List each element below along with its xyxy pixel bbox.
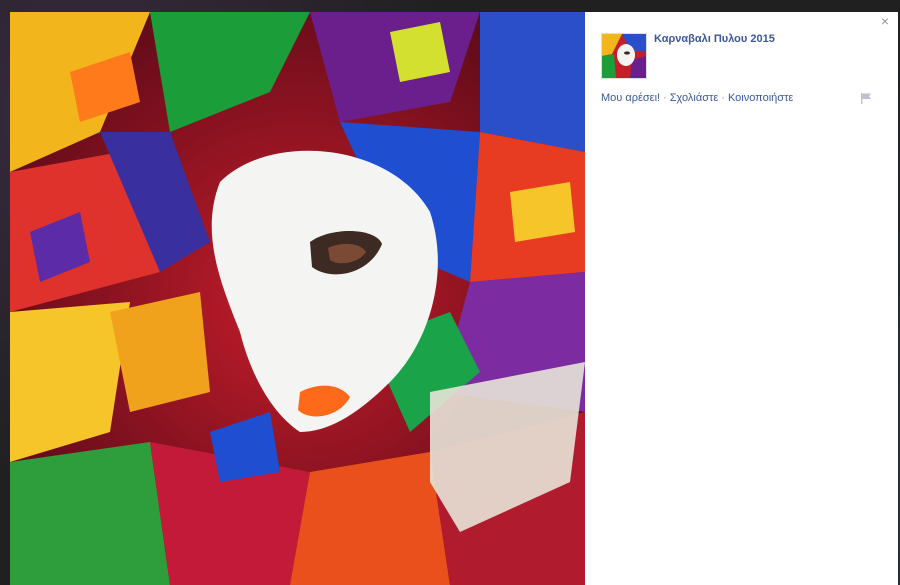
share-link[interactable]: Κοινοποιήστε	[728, 92, 793, 104]
separator: ·	[721, 92, 725, 104]
comment-link[interactable]: Σχολιάστε	[670, 92, 719, 104]
action-links: Μου αρέσει! · Σχολιάστε · Κοινοποιήστε	[601, 92, 793, 104]
photo-details-panel: × Καρναβαλι Πυλου 2015 Μου αρέσει! · Σχολι…	[585, 12, 898, 585]
separator: ·	[663, 92, 667, 104]
close-icon[interactable]: ×	[878, 14, 892, 28]
flag-icon[interactable]	[860, 92, 872, 104]
like-link[interactable]: Μου αρέσει!	[601, 92, 660, 104]
carnival-mask-photo	[10, 12, 585, 585]
page-title-link[interactable]: Καρναβαλι Πυλου 2015	[654, 33, 775, 45]
page-avatar-image	[602, 34, 646, 78]
photo-viewer[interactable]	[10, 12, 585, 585]
page-avatar[interactable]	[601, 33, 647, 79]
